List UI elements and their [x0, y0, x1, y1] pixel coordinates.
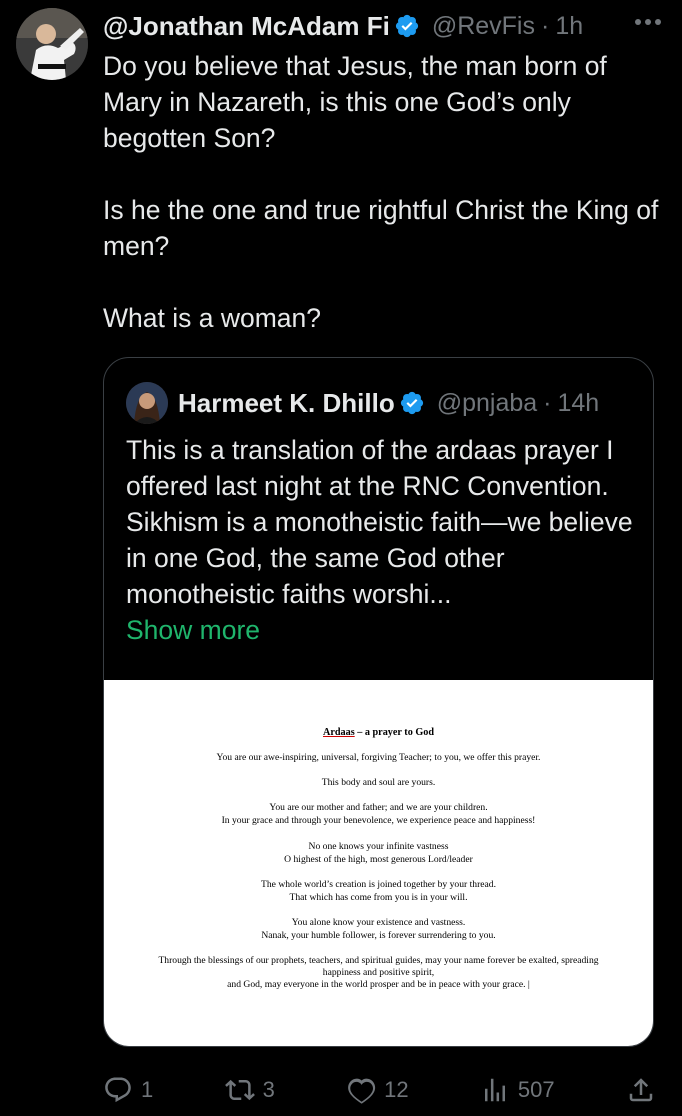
- document-line: Through the blessings of our prophets, t…: [158, 955, 599, 966]
- tweet-time[interactable]: 1h: [555, 12, 583, 41]
- document-line: In your grace and through your benevolen…: [221, 815, 536, 826]
- reply-count: 1: [141, 1077, 154, 1102]
- author-handle[interactable]: @RevFis: [432, 12, 535, 41]
- quoted-tweet-time[interactable]: 14h: [558, 389, 600, 418]
- views-button[interactable]: 507: [480, 1075, 555, 1105]
- document-line: The whole world’s creation is joined tog…: [261, 879, 496, 890]
- tweet-paragraph: Do you believe that Jesus, the man born …: [103, 51, 607, 153]
- analytics-icon: [484, 1078, 505, 1102]
- document-line: You are our mother and father; and we ar…: [269, 802, 488, 813]
- view-count: 507: [517, 1077, 555, 1102]
- share-button[interactable]: [626, 1075, 656, 1105]
- document-line: That which has come from you is in your …: [289, 892, 468, 903]
- quoted-author-name[interactable]: Harmeet K. Dhillo: [178, 388, 395, 419]
- quoted-tweet-header: Harmeet K. Dhillo @pnjaba · 14h: [126, 382, 633, 424]
- quoted-tweet-body: This is a translation of the ardaas pray…: [126, 435, 633, 609]
- tweet-header: @Jonathan McAdam Fi @RevFis · 1h: [103, 8, 670, 44]
- verified-badge-icon: [400, 391, 423, 415]
- document-title: Ardaas – a prayer to God: [322, 727, 435, 738]
- attached-document-image[interactable]: Ardaas – a prayer to God You are our awe…: [104, 680, 653, 1046]
- author-meta: @RevFis · 1h: [431, 11, 584, 41]
- reply-icon: [105, 1077, 131, 1103]
- document-line: and God, may everyone in the world prosp…: [227, 979, 530, 990]
- document-line: You alone know your existence and vastne…: [291, 917, 466, 928]
- share-icon: [629, 1078, 653, 1102]
- document-line: You are our awe-inspiring, universal, fo…: [216, 752, 541, 763]
- author-name[interactable]: @Jonathan McAdam Fi: [103, 11, 390, 42]
- author-avatar[interactable]: [16, 8, 88, 80]
- repost-count: 3: [262, 1077, 275, 1102]
- quoted-tweet-text: This is a translation of the ardaas pray…: [126, 432, 636, 648]
- like-button[interactable]: 12: [346, 1075, 409, 1105]
- verified-badge-icon: [395, 14, 418, 38]
- document-line: This body and soul are yours.: [321, 777, 436, 788]
- tweet-text: Do you believe that Jesus, the man born …: [103, 48, 663, 336]
- repost-icon: [224, 1079, 255, 1101]
- reply-button[interactable]: 1: [103, 1075, 153, 1105]
- heart-icon: [348, 1078, 376, 1104]
- document-line: happiness and positive spirit,: [322, 967, 435, 978]
- quoted-tweet[interactable]: Harmeet K. Dhillo @pnjaba · 14h This is …: [103, 357, 654, 1047]
- tweet-paragraph: What is a woman?: [103, 303, 321, 333]
- repost-button[interactable]: 3: [224, 1075, 275, 1105]
- document-line: O highest of the high, most generous Lor…: [284, 854, 473, 865]
- quoted-author-handle[interactable]: @pnjaba: [437, 389, 537, 418]
- like-count: 12: [384, 1077, 409, 1102]
- tweet-paragraph: Is he the one and true rightful Christ t…: [103, 195, 659, 261]
- show-more-link[interactable]: Show more: [126, 612, 636, 648]
- quoted-author-avatar[interactable]: [126, 382, 168, 424]
- tweet-actions: 1 3 12 507: [103, 1070, 656, 1110]
- more-options-icon[interactable]: [630, 10, 666, 34]
- document-line: No one knows your infinite vastness: [308, 841, 449, 852]
- quoted-author-meta: @pnjaba · 14h: [436, 388, 600, 418]
- document-line: Nanak, your humble follower, is forever …: [261, 930, 496, 941]
